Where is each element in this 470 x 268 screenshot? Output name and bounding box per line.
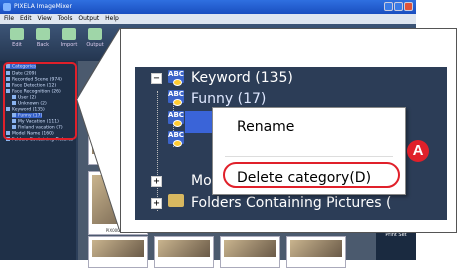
menu-tools[interactable]: Tools [58,14,73,24]
menu-edit[interactable]: Edit [20,14,32,24]
keyword-abc-icon: ABC [168,70,184,86]
expand-model-toggle[interactable]: + [151,176,162,187]
close-button[interactable] [404,2,413,11]
minimize-button[interactable] [384,2,393,11]
thumbnail[interactable] [154,236,214,268]
menu-separator [225,156,393,157]
keyword-child-abc-icon: ABC [168,111,184,127]
tree-highlight [3,62,77,140]
window-title: PIXELA ImageMixer [14,3,72,10]
thumbnail[interactable] [286,236,346,268]
rename-menu-item[interactable]: Rename [237,119,294,135]
thumbnail[interactable] [88,236,148,268]
keyword-label[interactable]: Keyword (135) [191,67,293,89]
expand-folders-toggle[interactable]: + [151,198,162,209]
output-icon [88,28,102,40]
window-controls [384,2,413,11]
keyword-child-abc-icon: ABC [168,131,184,147]
callout-a-marker: A [407,140,429,162]
title-bar: PIXELA ImageMixer [0,0,416,14]
menu-view[interactable]: View [38,14,52,24]
menu-output[interactable]: Output [78,14,99,24]
zoom-callout-panel: − ABC Keyword (135) ABC Funny (17) ABC A… [120,28,457,233]
toolbar-import-button[interactable]: Import [58,28,80,50]
toolbar-edit-button[interactable]: Edit [6,28,28,50]
back-arrow-icon [36,28,50,40]
toolbar-back-button[interactable]: Back [32,28,54,50]
thumbnail[interactable] [220,236,280,268]
app-logo-icon [3,3,11,11]
collapse-keyword-toggle[interactable]: − [151,73,162,84]
menu-file[interactable]: File [4,14,14,24]
folders-label[interactable]: Folders Containing Pictures ( [191,192,392,214]
toolbar-output-button[interactable]: Output [84,28,106,50]
maximize-button[interactable] [394,2,403,11]
funny-abc-icon: ABC [168,90,184,106]
edit-icon [10,28,24,40]
folder-icon [168,194,184,207]
zoomed-tree: − ABC Keyword (135) ABC Funny (17) ABC A… [135,67,447,220]
delete-highlight [223,162,400,188]
import-icon [62,28,76,40]
menu-bar: File Edit View Tools Output Help [0,14,416,24]
menu-help[interactable]: Help [105,14,119,24]
